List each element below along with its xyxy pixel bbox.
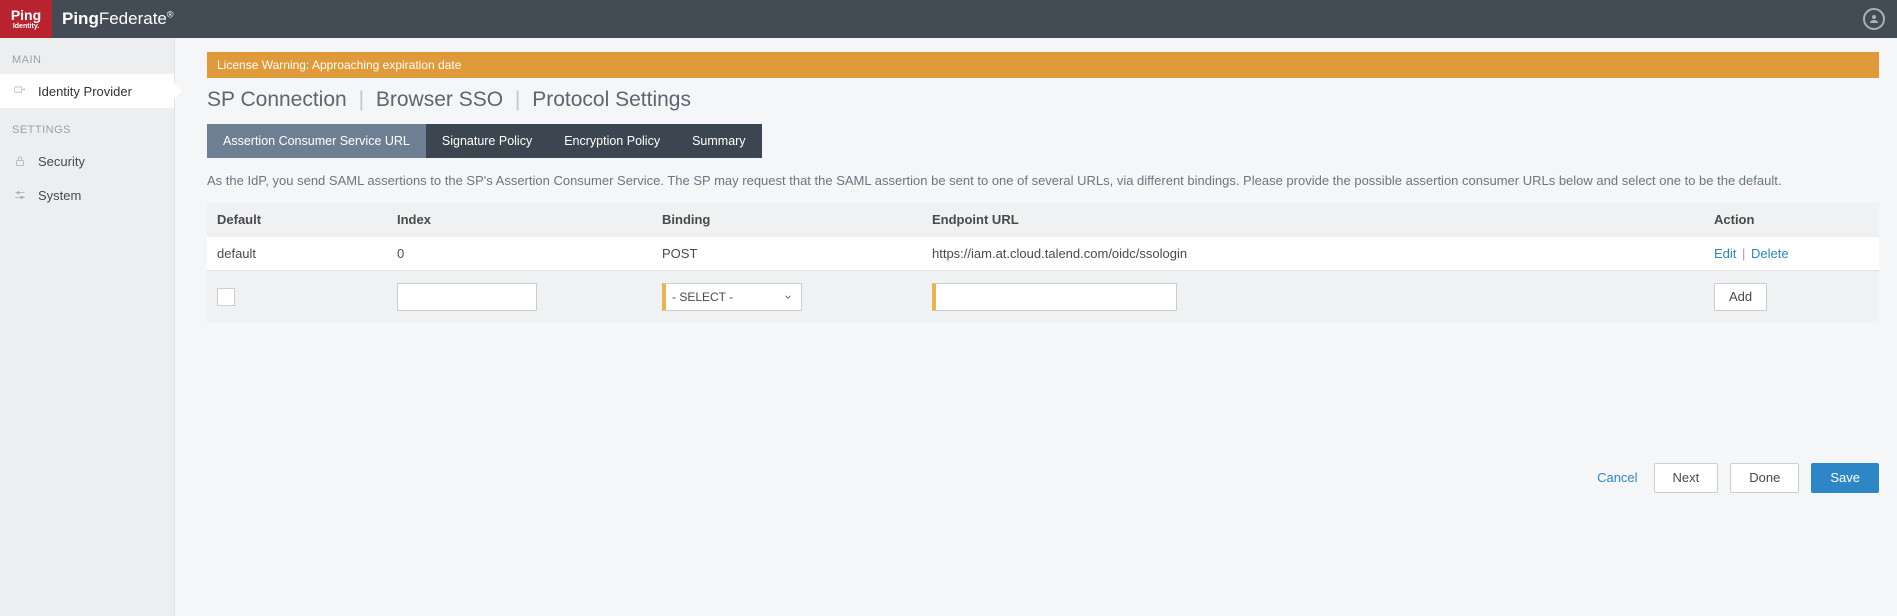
- cell-endpoint-url: https://iam.at.cloud.talend.com/oidc/sso…: [922, 236, 1704, 270]
- tab-signature-policy[interactable]: Signature Policy: [426, 124, 548, 158]
- sliders-icon: [12, 187, 28, 203]
- tabs: Assertion Consumer Service URL Signature…: [207, 124, 1879, 158]
- sidebar-item-label: Identity Provider: [38, 84, 132, 99]
- binding-select-value: - SELECT -: [672, 290, 733, 304]
- user-icon: [1868, 13, 1880, 25]
- sidebar-section-settings: SETTINGS: [0, 108, 174, 144]
- lock-icon: [12, 153, 28, 169]
- col-header-action: Action: [1704, 203, 1879, 237]
- cell-index: 0: [387, 236, 652, 270]
- help-text: As the IdP, you send SAML assertions to …: [207, 172, 1879, 191]
- footer-actions: Cancel Next Done Save: [207, 463, 1879, 493]
- col-header-binding: Binding: [652, 203, 922, 237]
- user-menu-button[interactable]: [1863, 8, 1885, 30]
- col-header-index: Index: [387, 203, 652, 237]
- done-button[interactable]: Done: [1730, 463, 1799, 493]
- cell-binding: POST: [652, 236, 922, 270]
- acs-table: Default Index Binding Endpoint URL Actio…: [207, 203, 1879, 323]
- table-row: default 0 POST https://iam.at.cloud.tale…: [207, 236, 1879, 270]
- add-button[interactable]: Add: [1714, 283, 1767, 311]
- col-header-endpoint-url: Endpoint URL: [922, 203, 1704, 237]
- sidebar-item-label: Security: [38, 154, 85, 169]
- breadcrumb-sp-connection[interactable]: SP Connection: [207, 88, 347, 111]
- license-warning: License Warning: Approaching expiration …: [207, 52, 1879, 78]
- default-checkbox[interactable]: [217, 288, 235, 306]
- tab-assertion-consumer-service-url[interactable]: Assertion Consumer Service URL: [207, 124, 426, 158]
- next-button[interactable]: Next: [1654, 463, 1719, 493]
- sidebar-item-label: System: [38, 188, 81, 203]
- topbar: Ping Identity. PingFederate®: [0, 0, 1897, 38]
- new-entry-row: - SELECT - Add: [207, 270, 1879, 323]
- breadcrumb-protocol-settings: Protocol Settings: [532, 88, 691, 111]
- sidebar-section-main: MAIN: [0, 38, 174, 74]
- main-content: License Warning: Approaching expiration …: [175, 38, 1897, 616]
- index-input[interactable]: [397, 283, 537, 311]
- sidebar-item-system[interactable]: System: [0, 178, 174, 212]
- cancel-link[interactable]: Cancel: [1597, 470, 1637, 485]
- breadcrumb: SP Connection | Browser SSO | Protocol S…: [207, 84, 1879, 124]
- logo-block: Ping Identity. PingFederate®: [0, 0, 174, 38]
- identity-provider-icon: [12, 83, 28, 99]
- chevron-down-icon: [783, 292, 793, 302]
- endpoint-url-input[interactable]: [932, 283, 1177, 311]
- col-header-default: Default: [207, 203, 387, 237]
- tab-encryption-policy[interactable]: Encryption Policy: [548, 124, 676, 158]
- tab-summary[interactable]: Summary: [676, 124, 761, 158]
- breadcrumb-browser-sso[interactable]: Browser SSO: [376, 88, 503, 111]
- sidebar-item-security[interactable]: Security: [0, 144, 174, 178]
- binding-select[interactable]: - SELECT -: [662, 283, 802, 311]
- delete-link[interactable]: Delete: [1751, 246, 1789, 261]
- save-button[interactable]: Save: [1811, 463, 1879, 493]
- sidebar-item-identity-provider[interactable]: Identity Provider: [0, 74, 174, 108]
- cell-action: Edit | Delete: [1704, 236, 1879, 270]
- edit-link[interactable]: Edit: [1714, 246, 1736, 261]
- sidebar: MAIN Identity Provider SETTINGS Security…: [0, 38, 175, 616]
- ping-identity-logo: Ping Identity.: [0, 0, 52, 38]
- product-name: PingFederate®: [62, 9, 174, 29]
- cell-default: default: [207, 236, 387, 270]
